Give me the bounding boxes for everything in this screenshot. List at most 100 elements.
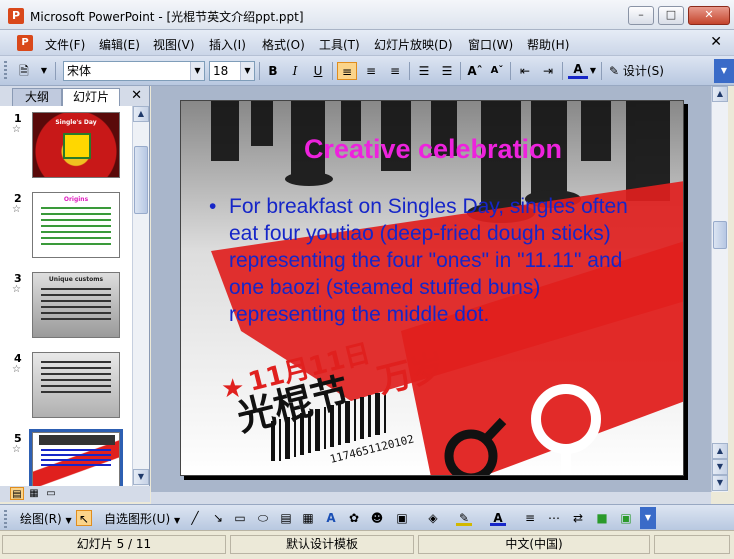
slide-thumbnail[interactable]	[32, 352, 120, 418]
bullets-icon[interactable]: ☰	[437, 62, 457, 80]
maximize-button[interactable]: □	[658, 6, 684, 25]
toolbar-overflow-icon[interactable]: ▼	[714, 59, 734, 83]
font-size-select[interactable]: 18 ▼	[209, 61, 255, 81]
thumbnail-row[interactable]: 4 ☆	[0, 352, 132, 430]
select-pointer-icon[interactable]: ↖	[76, 510, 92, 526]
panel-scrollbar[interactable]: ▲ ▼	[132, 106, 149, 486]
toolbar-separator	[332, 62, 333, 80]
autoshapes-label: 自选图形(U)	[104, 512, 171, 526]
toolbar-overflow-icon[interactable]: ▼	[640, 507, 656, 529]
arrow-icon[interactable]: ↘	[210, 510, 226, 526]
normal-view-icon[interactable]: ▤	[10, 487, 24, 500]
chevron-down-icon[interactable]: ▼	[588, 62, 598, 80]
toolbar-options-icon[interactable]: ▼	[34, 62, 54, 80]
menu-help[interactable]: 帮助(H)	[527, 36, 569, 53]
current-slide[interactable]: ★ 11月11日 光棍节 万岁 1174651120102 Creative c…	[180, 100, 684, 476]
tab-outline[interactable]: 大纲	[12, 88, 62, 106]
scroll-down-icon[interactable]: ▼	[133, 469, 149, 485]
close-button[interactable]: ✕	[688, 6, 730, 25]
decrease-indent-icon[interactable]: ⇤	[515, 62, 535, 80]
fill-color-icon[interactable]: ◈	[425, 510, 441, 526]
tab-slides[interactable]: 幻灯片	[62, 88, 120, 106]
align-center-icon[interactable]: ≡	[361, 62, 381, 80]
toolbar-grip[interactable]	[4, 510, 7, 530]
slide-thumbnail[interactable]: Origins	[32, 192, 120, 258]
toolbar-separator	[55, 62, 56, 80]
menu-tools[interactable]: 工具(T)	[319, 36, 360, 53]
increase-indent-icon[interactable]: ⇥	[538, 62, 558, 80]
menu-edit[interactable]: 编辑(E)	[99, 36, 140, 53]
slide-sorter-icon[interactable]: ▦	[27, 487, 41, 500]
menu-view[interactable]: 视图(V)	[153, 36, 195, 53]
document-icon[interactable]: P	[17, 35, 33, 51]
menu-file[interactable]: 文件(F)	[45, 36, 85, 53]
line-style-icon[interactable]: ≡	[522, 510, 538, 526]
underline-button[interactable]: U	[308, 62, 328, 80]
font-name-value: 宋体	[67, 64, 92, 78]
italic-button[interactable]: I	[285, 62, 305, 80]
rectangle-icon[interactable]: ▭	[232, 510, 248, 526]
animation-star-icon: ☆	[12, 444, 21, 455]
shadow-style-icon[interactable]: ■	[594, 510, 610, 526]
thumbnail-row[interactable]: 1 ☆ Single's Day	[0, 112, 132, 190]
thumbnail-row[interactable]: 3 ☆ Unique customs	[0, 272, 132, 350]
design-button[interactable]: ✎ 设计(S)	[609, 62, 669, 80]
scroll-down-icon[interactable]: ▼	[712, 475, 728, 491]
thumbnail-row[interactable]: 2 ☆ Origins	[0, 192, 132, 270]
diagram-icon[interactable]: ✿	[346, 510, 362, 526]
font-color-icon[interactable]: A	[490, 510, 506, 526]
minimize-button[interactable]: –	[628, 6, 654, 25]
oval-icon[interactable]: ⬭	[255, 510, 271, 526]
slide-body-text[interactable]: For breakfast on Singles Day, singles of…	[229, 193, 659, 328]
slide-thumbnail[interactable]	[29, 429, 123, 486]
clipart-icon[interactable]: ☻	[369, 510, 385, 526]
menu-format[interactable]: 格式(O)	[262, 36, 305, 53]
decrease-font-icon[interactable]: Aˇ	[487, 62, 507, 80]
close-document-icon[interactable]: ✕	[710, 34, 722, 50]
chevron-down-icon[interactable]: ▼	[190, 62, 204, 80]
menu-window[interactable]: 窗口(W)	[468, 36, 513, 53]
menu-bar: P 文件(F) 编辑(E) 视图(V) 插入(I) 格式(O) 工具(T) 幻灯…	[0, 30, 734, 56]
numbering-icon[interactable]: ☰	[414, 62, 434, 80]
textbox-icon[interactable]: ▤	[278, 510, 294, 526]
scroll-up-icon[interactable]: ▲	[133, 106, 149, 122]
slide-thumbnail[interactable]: Unique customs	[32, 272, 120, 338]
horizontal-scrollbar[interactable]	[151, 492, 711, 504]
wordart-icon[interactable]: A	[323, 510, 339, 526]
slide-title[interactable]: Creative celebration	[181, 134, 683, 165]
scroll-up-icon[interactable]: ▲	[712, 86, 728, 102]
previous-slide-icon[interactable]: ▲	[712, 443, 728, 459]
line-icon[interactable]: ╱	[187, 510, 203, 526]
line-color-icon[interactable]: ✎	[456, 510, 472, 526]
thumbnail-caption: Unique customs	[48, 276, 104, 283]
slide-counter: 幻灯片 5 / 11	[2, 535, 226, 554]
slide-thumbnail[interactable]: Single's Day	[32, 112, 120, 178]
autoshapes-button[interactable]: 自选图形(U) ▼	[104, 510, 180, 527]
menu-insert[interactable]: 插入(I)	[209, 36, 246, 53]
chevron-down-icon[interactable]: ▼	[240, 62, 254, 80]
slideshow-icon[interactable]: ▭	[44, 487, 58, 500]
align-left-icon[interactable]: ≡	[337, 62, 357, 80]
scroll-thumb[interactable]	[713, 221, 727, 249]
thumbnail-row[interactable]: 5 ☆	[0, 429, 132, 486]
toolbar-separator	[601, 62, 602, 80]
draw-menu-button[interactable]: 绘图(R) ▼	[20, 510, 72, 527]
slide-scrollbar[interactable]: ▲ ▲ ▼ ▼	[711, 86, 728, 492]
toolbar-grip[interactable]	[4, 61, 7, 81]
align-right-icon[interactable]: ≡	[385, 62, 405, 80]
font-name-select[interactable]: 宋体 ▼	[63, 61, 205, 81]
3d-style-icon[interactable]: ▣	[618, 510, 634, 526]
font-color-icon[interactable]: A	[568, 62, 588, 79]
bold-button[interactable]: B	[263, 62, 283, 80]
picture-icon[interactable]: ▣	[394, 510, 410, 526]
chevron-down-icon: ▼	[173, 516, 181, 525]
dash-style-icon[interactable]: ⋯	[546, 510, 562, 526]
new-document-icon[interactable]: 🗎	[14, 62, 34, 80]
increase-font-icon[interactable]: Aˆ	[465, 62, 485, 80]
vertical-textbox-icon[interactable]: ▦	[300, 510, 316, 526]
scroll-thumb[interactable]	[134, 146, 148, 214]
menu-slideshow[interactable]: 幻灯片放映(D)	[374, 36, 453, 53]
arrow-style-icon[interactable]: ⇄	[570, 510, 586, 526]
next-slide-icon[interactable]: ▼	[712, 459, 728, 475]
close-panel-icon[interactable]: ✕	[131, 88, 142, 103]
